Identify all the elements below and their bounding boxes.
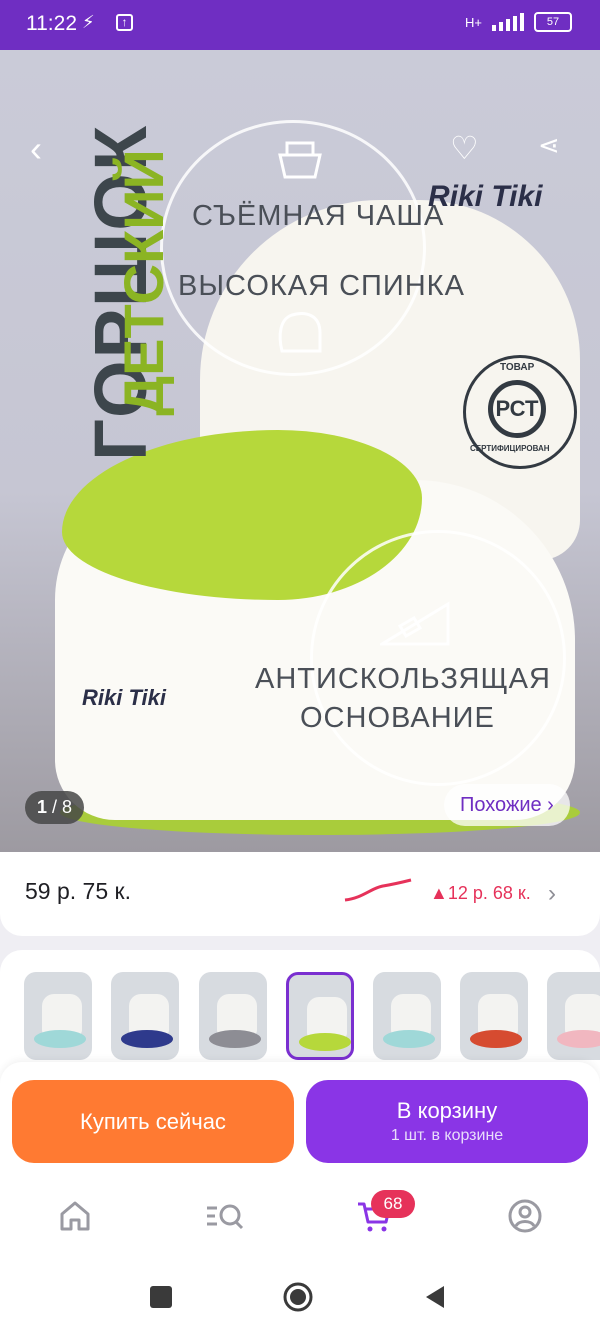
feature-anti-slip-line2: ОСНОВАНИЕ <box>300 702 495 734</box>
price-trend-line <box>344 878 412 902</box>
recent-apps-icon[interactable] <box>148 1284 174 1310</box>
backrest-icon <box>278 312 322 353</box>
thumbnail-2[interactable] <box>111 972 179 1060</box>
bowl-icon <box>278 141 322 179</box>
title-sub: ДЕТСКИЙ <box>111 149 175 416</box>
thumb-base <box>299 1033 351 1051</box>
thumbnail-7[interactable] <box>547 972 600 1060</box>
similar-button[interactable]: Похожие › <box>444 784 570 826</box>
profile-icon[interactable] <box>507 1198 543 1234</box>
product-price: 59 р. 75 к. <box>25 878 131 904</box>
price-change: ▲12 р. 68 к. <box>430 883 531 903</box>
thumb-base <box>383 1030 435 1048</box>
home-button-icon[interactable] <box>282 1281 314 1313</box>
status-right: H+ 57 <box>465 12 572 32</box>
thumbnail-5[interactable] <box>373 972 441 1060</box>
feature-circle-bottom <box>310 530 566 786</box>
battery-icon: 57 <box>534 12 572 32</box>
feature-high-back: ВЫСОКАЯ СПИНКА <box>178 270 465 302</box>
signal-icon <box>492 13 524 31</box>
brand-logo-small: Riki Tiki <box>82 685 166 710</box>
thumbnail-4-selected[interactable] <box>286 972 354 1060</box>
image-counter-current: 1 <box>37 797 48 817</box>
thumb-base <box>470 1030 522 1048</box>
home-icon[interactable] <box>57 1198 93 1234</box>
product-image-gallery[interactable]: ГОРШОК ДЕТСКИЙ СЪЁМНАЯ ЧАША ВЫСОКАЯ СПИН… <box>0 50 600 852</box>
thumbnail-6[interactable] <box>460 972 528 1060</box>
back-button-icon[interactable] <box>422 1284 448 1310</box>
thumb-base <box>121 1030 173 1048</box>
thumb-base <box>557 1030 600 1048</box>
favorite-heart-icon[interactable]: ♡ <box>450 129 479 167</box>
cert-top-text: ТОВАР <box>500 362 535 373</box>
anti-slip-icon <box>380 601 450 646</box>
image-counter-total: / 8 <box>52 797 73 817</box>
upload-icon: ↑ <box>116 14 133 31</box>
cart-count-badge: 68 <box>371 1190 415 1218</box>
share-icon[interactable]: ⋖ <box>538 130 560 161</box>
alarm-off-icon: ⚡ <box>82 12 95 32</box>
thumb-base <box>34 1030 86 1048</box>
cert-logo: РСТ <box>488 380 546 438</box>
certified-badge: ТОВАР РСТ СЕРТИФИЦИРОВАН <box>463 355 577 469</box>
status-time: 11:22 <box>26 12 77 35</box>
cart-quantity-label: 1 шт. в корзине <box>390 1127 504 1144</box>
title-vertical: ГОРШОК ДЕТСКИЙ <box>30 124 180 461</box>
thumbnail-1[interactable] <box>24 972 92 1060</box>
chevron-right-icon[interactable]: › <box>548 880 556 908</box>
feature-anti-slip-line1: АНТИСКОЛЬЗЯЩАЯ <box>255 663 551 695</box>
thumbnail-3[interactable] <box>199 972 267 1060</box>
thumb-base <box>209 1030 261 1048</box>
buy-now-button[interactable]: Купить сейчас <box>12 1080 294 1163</box>
network-type: H+ <box>465 14 482 30</box>
image-counter: 1 / 8 <box>25 791 85 824</box>
add-to-cart-label: В корзину <box>396 1098 498 1123</box>
brand-logo: Riki Tiki <box>428 180 543 213</box>
cert-bottom-text: СЕРТИФИЦИРОВАН <box>470 444 550 453</box>
back-arrow-icon[interactable]: ‹ <box>30 128 42 170</box>
status-bar: 11:22 ⚡ ↑ H+ 57 <box>0 0 600 50</box>
catalog-search-icon[interactable] <box>205 1198 245 1234</box>
feature-removable-bowl: СЪЁМНАЯ ЧАША <box>192 200 445 232</box>
add-to-cart-button[interactable]: В корзину 1 шт. в корзине <box>306 1080 588 1163</box>
